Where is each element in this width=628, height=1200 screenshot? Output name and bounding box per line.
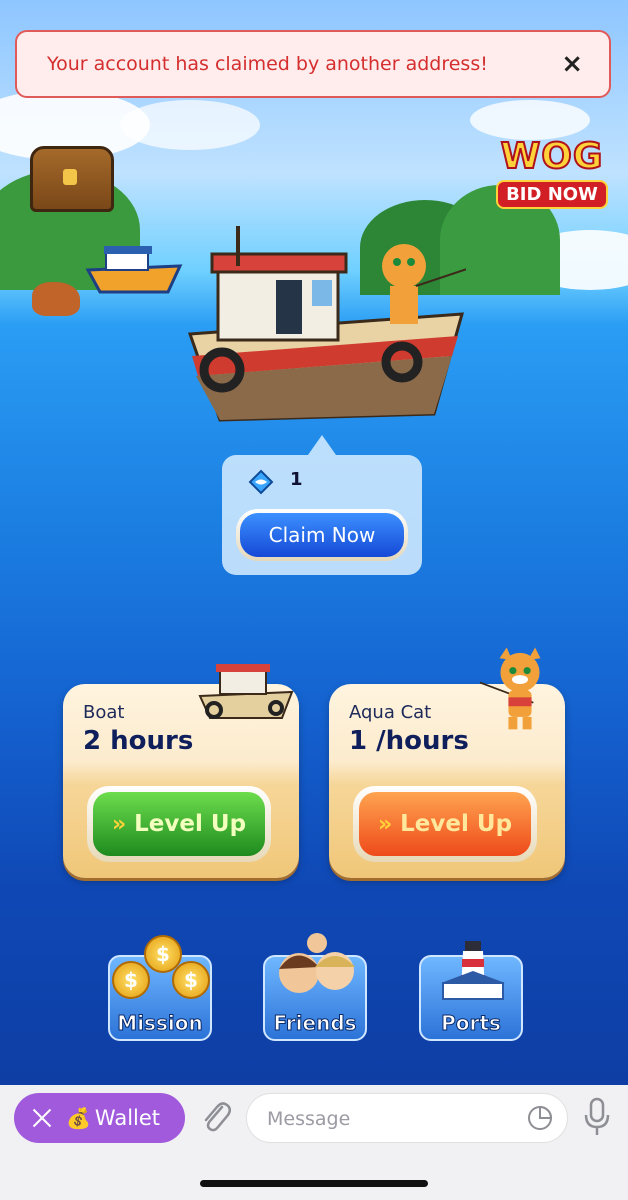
mission-button[interactable]: $ $ $ Mission xyxy=(108,935,212,1041)
friends-button[interactable]: Friends xyxy=(263,933,367,1041)
boat-card-name: Boat xyxy=(83,702,125,723)
aqua-cat-card-name: Aqua Cat xyxy=(349,702,432,723)
claim-now-button[interactable]: Claim Now xyxy=(236,509,408,561)
aqua-cat-level-up-button[interactable]: » Level Up xyxy=(353,786,537,862)
level-up-chevron-icon: » xyxy=(111,811,127,837)
wog-subtitle: BID NOW xyxy=(496,180,608,209)
friends-icon xyxy=(279,933,355,993)
fishing-boat-icon xyxy=(187,226,466,422)
wallet-button[interactable]: 💰 Wallet xyxy=(14,1093,185,1143)
wallet-label: Wallet xyxy=(94,1106,161,1130)
close-icon[interactable]: × xyxy=(561,49,583,79)
friends-label: Friends xyxy=(273,1011,357,1036)
attach-icon[interactable] xyxy=(200,1099,232,1135)
level-up-chevron-icon: » xyxy=(377,811,393,837)
close-icon xyxy=(32,1108,52,1128)
token-count: 1 xyxy=(290,469,303,490)
money-bag-icon: 💰 xyxy=(66,1106,91,1130)
home-indicator xyxy=(200,1180,428,1187)
microphone-icon[interactable] xyxy=(583,1097,611,1137)
rock xyxy=(32,282,80,316)
small-boat-icon xyxy=(85,246,183,294)
aqua-cat-card-value: 1 /hours xyxy=(349,726,469,756)
sticker-icon[interactable] xyxy=(527,1105,553,1131)
ports-button[interactable]: Ports xyxy=(419,941,523,1041)
game-scene: WOG BID NOW Your account has claimed by … xyxy=(0,0,628,1085)
claim-now-label: Claim Now xyxy=(240,513,404,557)
cloud xyxy=(120,100,260,150)
aqua-cat-icon xyxy=(480,647,541,730)
token-gem-icon xyxy=(248,469,274,495)
message-input[interactable] xyxy=(265,1094,519,1144)
wog-bid-now-badge[interactable]: WOG BID NOW xyxy=(484,135,620,232)
treasure-chest-icon[interactable] xyxy=(30,146,114,212)
level-up-label: Level Up xyxy=(400,811,513,837)
mission-label: Mission xyxy=(117,1011,203,1036)
boat-card-boat-icon xyxy=(198,664,294,719)
wog-title: WOG xyxy=(500,135,604,178)
claim-popup: 1 Claim Now xyxy=(222,435,422,575)
cloud xyxy=(470,100,590,140)
lighthouse-icon xyxy=(441,941,505,1000)
ports-label: Ports xyxy=(441,1011,502,1036)
error-toast: Your account has claimed by another addr… xyxy=(15,30,611,98)
message-field[interactable] xyxy=(246,1093,568,1144)
toast-message: Your account has claimed by another addr… xyxy=(47,53,488,75)
boat-card-value: 2 hours xyxy=(83,726,194,756)
boat-level-up-button[interactable]: » Level Up xyxy=(87,786,271,862)
level-up-label: Level Up xyxy=(134,811,247,837)
